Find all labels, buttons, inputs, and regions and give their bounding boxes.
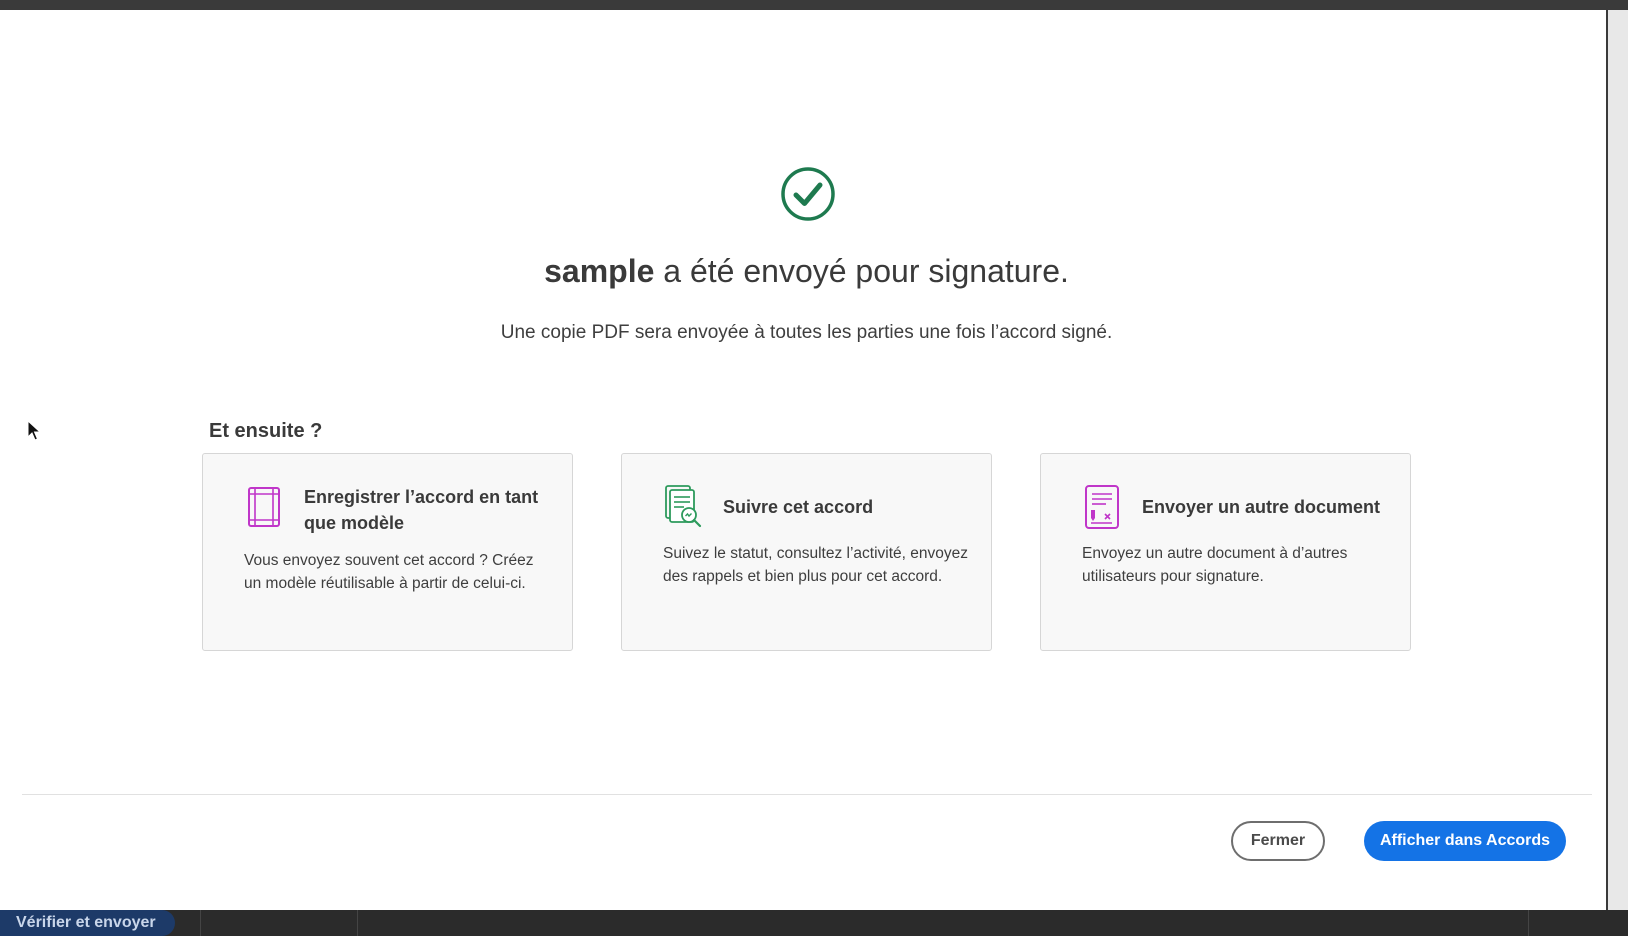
background-footer-divider bbox=[200, 910, 201, 936]
track-agreement-card[interactable]: Suivre cet accord Suivez le statut, cons… bbox=[621, 453, 992, 651]
card-title: Suivre cet accord bbox=[723, 497, 874, 517]
success-dialog: sample a été envoyé pour signature. Une … bbox=[7, 10, 1606, 910]
track-agreement-icon bbox=[665, 485, 702, 528]
dialog-subtitle: Une copie PDF sera envoyée à toutes les … bbox=[500, 322, 1113, 343]
background-page-left bbox=[0, 10, 7, 910]
background-footer-divider bbox=[1528, 910, 1529, 936]
view-in-agreements-button[interactable]: Afficher dans Accords bbox=[1364, 821, 1566, 861]
dialog-headline: sample a été envoyé pour signature. bbox=[7, 253, 1606, 290]
success-check-icon bbox=[781, 167, 835, 221]
review-send-button: Vérifier et envoyer bbox=[0, 910, 175, 936]
background-page-right bbox=[1608, 10, 1628, 910]
background-footer-divider bbox=[357, 910, 358, 936]
footer-divider bbox=[22, 794, 1592, 795]
next-steps-title: Et ensuite ? bbox=[209, 420, 323, 442]
send-document-icon bbox=[1085, 485, 1119, 529]
card-description: Envoyez un autre document à d’autres uti… bbox=[1082, 545, 1348, 585]
document-name: sample bbox=[544, 253, 655, 289]
card-title: Enregistrer l’accord en tant que modèle bbox=[304, 487, 539, 533]
card-description: Vous envoyez souvent cet accord ? Créez … bbox=[244, 552, 534, 592]
send-another-document-card[interactable]: Envoyer un autre document Envoyez un aut… bbox=[1040, 453, 1411, 651]
background-footer: Vérifier et envoyer bbox=[0, 910, 1628, 936]
card-title: Envoyer un autre document bbox=[1142, 497, 1381, 517]
template-icon bbox=[248, 487, 280, 527]
close-button[interactable]: Fermer bbox=[1231, 821, 1325, 861]
save-as-template-card[interactable]: Enregistrer l’accord en tant que modèle … bbox=[202, 453, 573, 651]
card-description: Suivez le statut, consultez l’activité, … bbox=[663, 545, 968, 585]
headline-text: a été envoyé pour signature. bbox=[654, 253, 1069, 289]
mouse-cursor-icon bbox=[27, 420, 41, 441]
